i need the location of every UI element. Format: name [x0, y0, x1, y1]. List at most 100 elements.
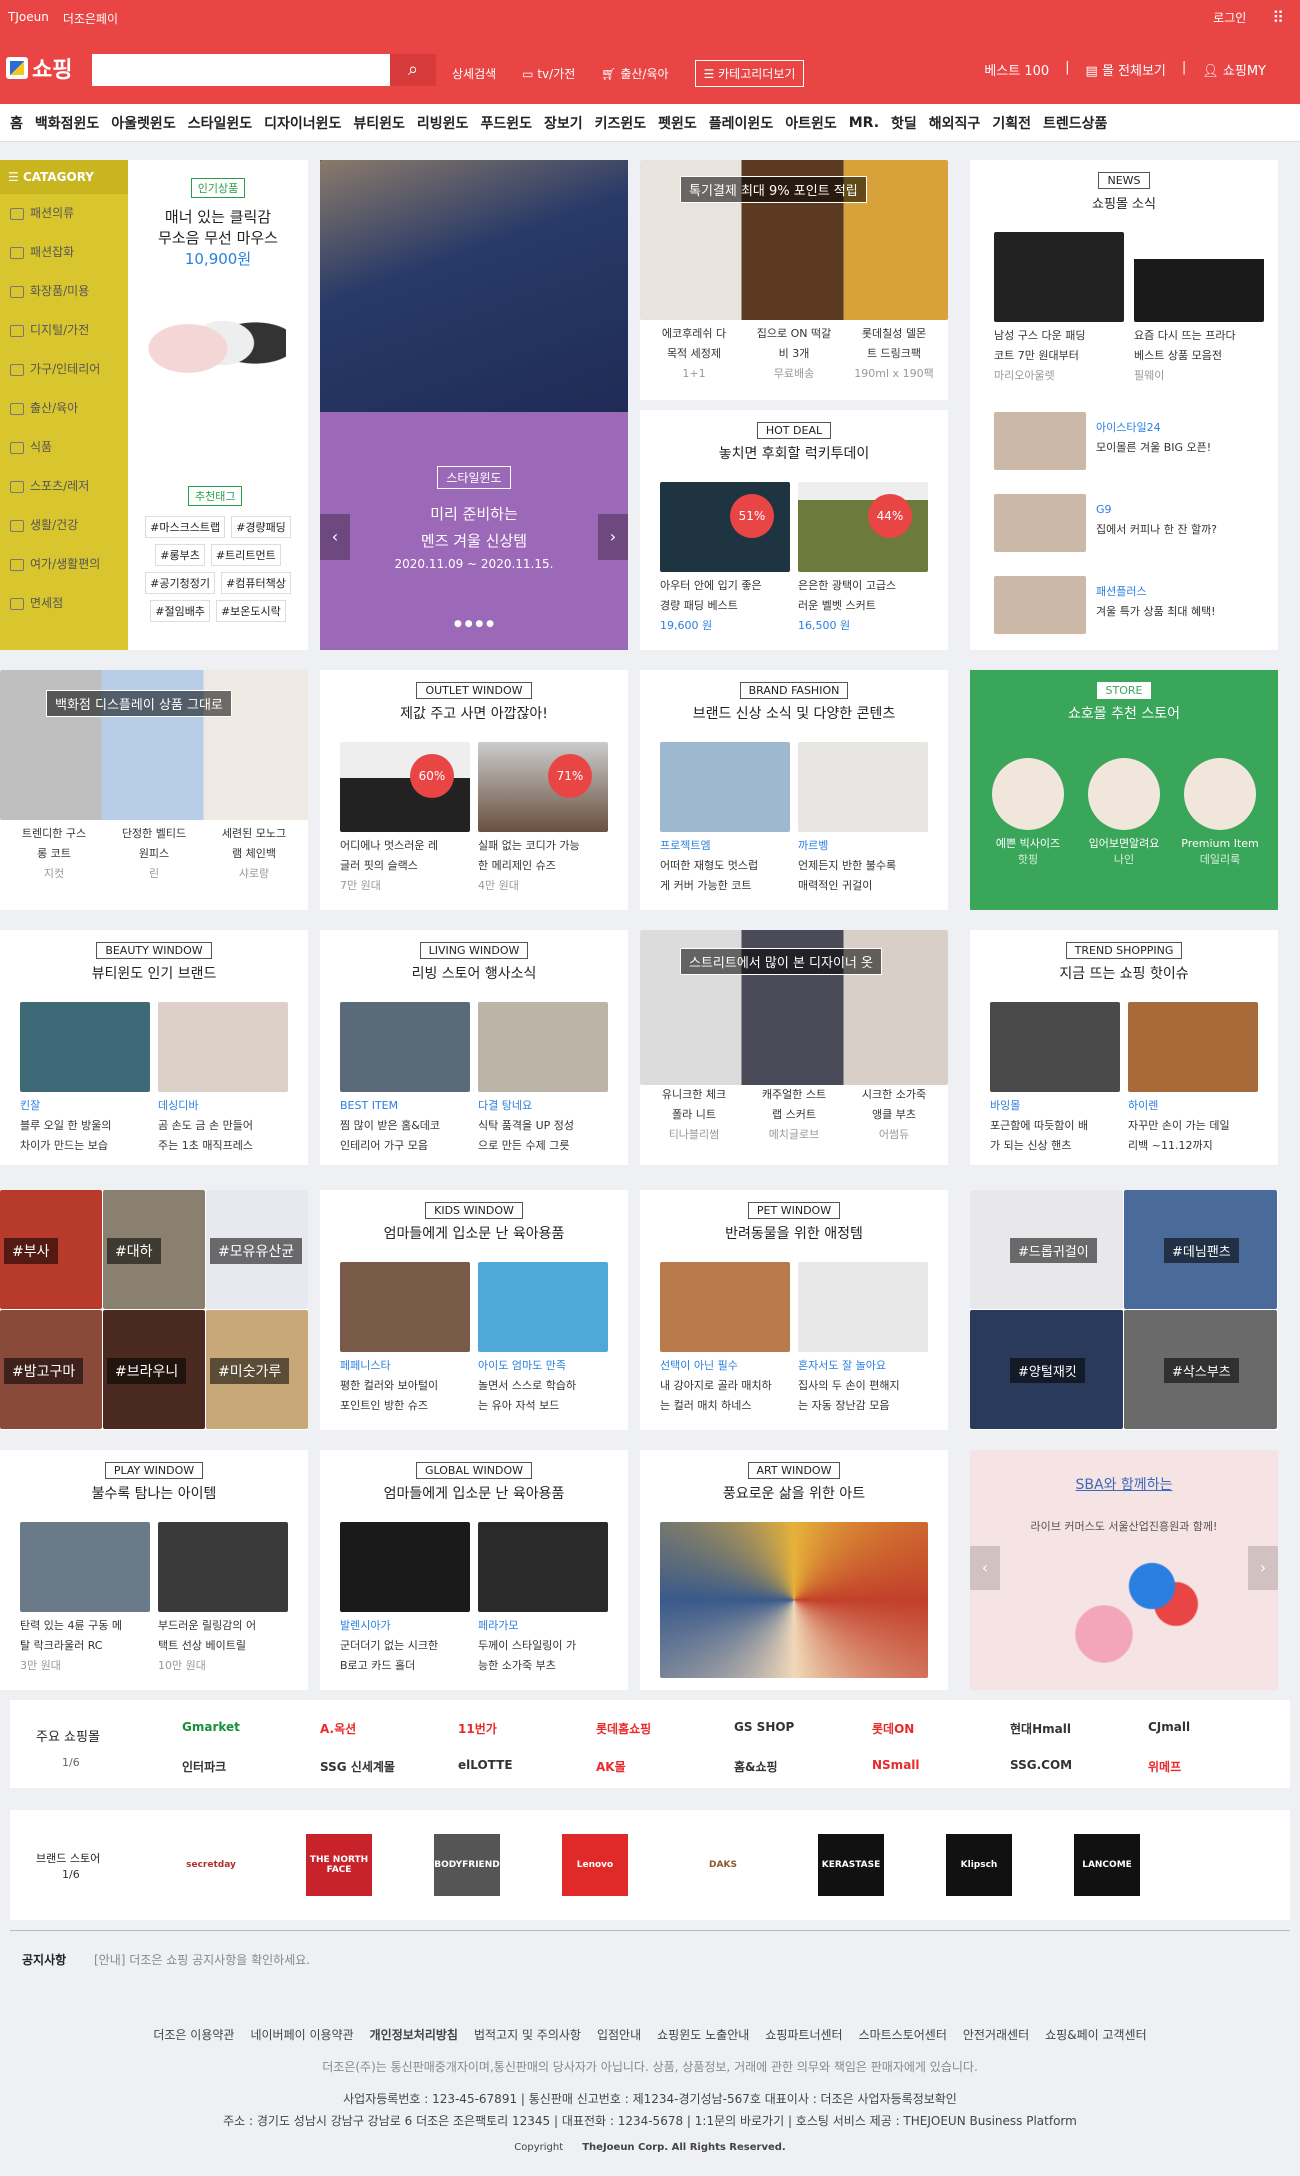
- hero-dots[interactable]: ● ● ● ●: [320, 619, 628, 629]
- store-avatar[interactable]: [1184, 758, 1256, 830]
- news-thumb[interactable]: [994, 412, 1086, 470]
- footer-link[interactable]: 개인정보처리방침: [370, 2028, 458, 2042]
- mall-link[interactable]: elLOTTE: [458, 1758, 513, 1772]
- nav-item[interactable]: 푸드윈도: [480, 113, 532, 133]
- product-text[interactable]: 다결 탕네요 식탁 품격을 UP 정성 으로 만든 수제 그릇: [478, 1096, 608, 1156]
- nav-item[interactable]: 뷰티윈도: [353, 113, 405, 133]
- sidebar-item[interactable]: 패션의류: [0, 194, 128, 233]
- search-input[interactable]: [92, 54, 390, 86]
- product-text[interactable]: BEST ITEM 찜 많이 받은 홈&데코 인테리어 가구 모음: [340, 1096, 470, 1156]
- brand-logo[interactable]: Lenovo: [562, 1834, 628, 1896]
- product-image[interactable]: [990, 1002, 1120, 1092]
- sidebar-item[interactable]: 여가/생활편의: [0, 545, 128, 584]
- product-image[interactable]: [340, 1002, 470, 1092]
- product-image[interactable]: [20, 1002, 150, 1092]
- product-text[interactable]: 킨잘 블루 오일 한 방울의 차이가 만드는 보습: [20, 1096, 150, 1156]
- mall-link[interactable]: GS SHOP: [734, 1720, 794, 1734]
- product-text[interactable]: 바잉몰 포근함에 따듯함이 배가 되는 신상 핸츠: [990, 1096, 1120, 1156]
- mall-link[interactable]: 11번가: [458, 1720, 497, 1737]
- brand-logo[interactable]: BODYFRIEND: [434, 1834, 500, 1896]
- product-text[interactable]: 혼자서도 잘 놀아요 집사의 두 손이 편해지 는 자동 장난감 모음: [798, 1356, 928, 1416]
- nav-item[interactable]: 해외직구: [929, 113, 981, 133]
- baby-link[interactable]: 🛒︎ 출산/육아: [601, 65, 668, 82]
- apps-icon[interactable]: ⠿: [1272, 8, 1284, 27]
- brand-logo[interactable]: LANCOME: [1074, 1834, 1140, 1896]
- news-list-item[interactable]: 아이스타일24 모이몰른 겨울 BIG 오픈!: [1096, 418, 1211, 458]
- sidebar-item[interactable]: 화장품/미용: [0, 272, 128, 311]
- sidebar-item[interactable]: 생활/건강: [0, 506, 128, 545]
- hero-next-arrow[interactable]: ›: [598, 514, 628, 560]
- sidebar-item[interactable]: 출산/육아: [0, 389, 128, 428]
- product-image[interactable]: [660, 742, 790, 832]
- mall-link[interactable]: 롯데홈쇼핑: [596, 1720, 651, 1737]
- product-text[interactable]: 페라가모 두께이 스타일링이 가 능한 소가죽 부츠: [478, 1616, 608, 1676]
- news-list-item[interactable]: G9 집에서 커피나 한 잔 할까?: [1096, 500, 1217, 540]
- product-text[interactable]: 세련된 모노그 램 체인백 샤로랑: [206, 824, 302, 884]
- product-image[interactable]: [660, 1262, 790, 1352]
- nav-item[interactable]: 디자이너윈도: [264, 113, 341, 133]
- food-tile[interactable]: #대하: [103, 1190, 205, 1309]
- promo-card[interactable]: 톡기결제 최대 9% 포인트 적립 에코후레쉬 다 목적 세정제 1+1 집으로 ON…: [640, 160, 948, 400]
- hero-prev-arrow[interactable]: ‹: [320, 514, 350, 560]
- product-text[interactable]: 트렌디한 구스 롱 코트 지컷: [6, 824, 102, 884]
- product-text[interactable]: 시크한 소가죽 앵클 부츠 어썸듀: [846, 1085, 942, 1145]
- product-text[interactable]: 탄력 있는 4륜 구동 메탈 락크라울러 RC 3만 원대: [20, 1616, 150, 1676]
- tag-chip[interactable]: #롱부츠: [155, 544, 205, 566]
- tag-chip[interactable]: #보온도시락: [215, 600, 286, 622]
- news-thumb[interactable]: [994, 494, 1086, 552]
- sidebar-item[interactable]: 패션잡화: [0, 233, 128, 272]
- nav-item[interactable]: 키즈윈도: [595, 113, 647, 133]
- mall-link[interactable]: Gmarket: [182, 1720, 240, 1734]
- mall-link[interactable]: SSG 신세계몰: [320, 1758, 395, 1775]
- sba-banner[interactable]: SBA와 함께하는 라이브 커머스도 서울산업진흥원과 함께! ‹ ›: [970, 1450, 1278, 1690]
- product-image[interactable]: [1128, 1002, 1258, 1092]
- news-list-item[interactable]: 패션플러스 겨울 특가 상품 최대 혜택!: [1096, 582, 1216, 622]
- nav-item[interactable]: 리빙윈도: [417, 113, 469, 133]
- sba-next-arrow[interactable]: ›: [1248, 1546, 1278, 1590]
- product-text[interactable]: 선택이 아닌 필수 내 강아지로 골라 매치하 는 컬러 매치 하네스: [660, 1356, 790, 1416]
- footer-link[interactable]: 입점안내: [597, 2028, 641, 2042]
- mall-link[interactable]: 롯데ON: [872, 1720, 914, 1737]
- nav-item[interactable]: 아울렛윈도: [111, 113, 175, 133]
- food-tile[interactable]: #밤고구마: [0, 1310, 102, 1429]
- nav-item[interactable]: MR.: [849, 115, 879, 131]
- category-more-button[interactable]: ☰ 카테고리더보기: [694, 60, 805, 87]
- product-text[interactable]: 부드러운 릴링감의 어 택트 선상 베이트릴 10만 원대: [158, 1616, 288, 1676]
- footer-link[interactable]: 쇼핑파트너센터: [765, 2028, 842, 2042]
- hero-banner[interactable]: 스타일윈도 미리 준비하는 멘즈 겨울 신상템 2020.11.09 ~ 202…: [320, 160, 628, 650]
- footer-link[interactable]: 더조은 이용약관: [153, 2028, 234, 2042]
- nav-item[interactable]: 백화점윈도: [35, 113, 99, 133]
- tag-chip[interactable]: #절임배추: [150, 600, 210, 622]
- product-image[interactable]: [478, 1262, 608, 1352]
- brand-link[interactable]: TJoeun: [8, 10, 49, 27]
- nav-item[interactable]: 핫딜: [891, 113, 917, 133]
- product-image[interactable]: [340, 1262, 470, 1352]
- product-image[interactable]: [478, 1002, 608, 1092]
- product-text[interactable]: 까르벵 언제든지 반한 불수록 매력적인 귀걸이: [798, 836, 928, 896]
- product-image[interactable]: [340, 1522, 470, 1612]
- mall-link[interactable]: AK몰: [596, 1758, 626, 1775]
- tag-chip[interactable]: #컴퓨터책상: [221, 572, 291, 594]
- product-text[interactable]: 집으로 ON 떡갈 비 3개 무료배송: [746, 324, 842, 384]
- product-image[interactable]: [20, 1522, 150, 1612]
- product-text[interactable]: 단정한 벨티드 원피스 린: [106, 824, 202, 884]
- product-text[interactable]: 아이도 엄마도 만족 놀면서 스스로 학습하 는 유아 자석 보드: [478, 1356, 608, 1416]
- brand-logo[interactable]: KERASTASE: [818, 1834, 884, 1896]
- mall-link[interactable]: 현대Hmall: [1010, 1720, 1071, 1737]
- nav-item[interactable]: 기획전: [992, 113, 1031, 133]
- popular-card[interactable]: 인기상품 매너 있는 클릭감 무소음 무선 마우스 10,900원 추천태그 #…: [128, 160, 308, 650]
- mall-link[interactable]: CJmall: [1148, 1720, 1190, 1734]
- mall-link[interactable]: 홈&쇼핑: [734, 1758, 778, 1775]
- mouse-image[interactable]: [146, 288, 286, 398]
- fashion-tile[interactable]: #삭스부츠: [1124, 1310, 1277, 1429]
- brand-logo[interactable]: Klipsch: [946, 1834, 1012, 1896]
- sba-prev-arrow[interactable]: ‹: [970, 1546, 1000, 1590]
- product-image[interactable]: [478, 1522, 608, 1612]
- store-item[interactable]: 예쁜 빅사이즈 핫핑: [976, 836, 1080, 868]
- store-avatar[interactable]: [1088, 758, 1160, 830]
- mall-link[interactable]: 위메프: [1148, 1758, 1181, 1775]
- product-text[interactable]: 요즘 다시 뜨는 프라다 베스트 상품 모음전 필웨이: [1134, 326, 1264, 386]
- food-tile[interactable]: #브라우니: [103, 1310, 205, 1429]
- product-text[interactable]: 에코후레쉬 다 목적 세정제 1+1: [646, 324, 742, 384]
- news-thumb[interactable]: [994, 576, 1086, 634]
